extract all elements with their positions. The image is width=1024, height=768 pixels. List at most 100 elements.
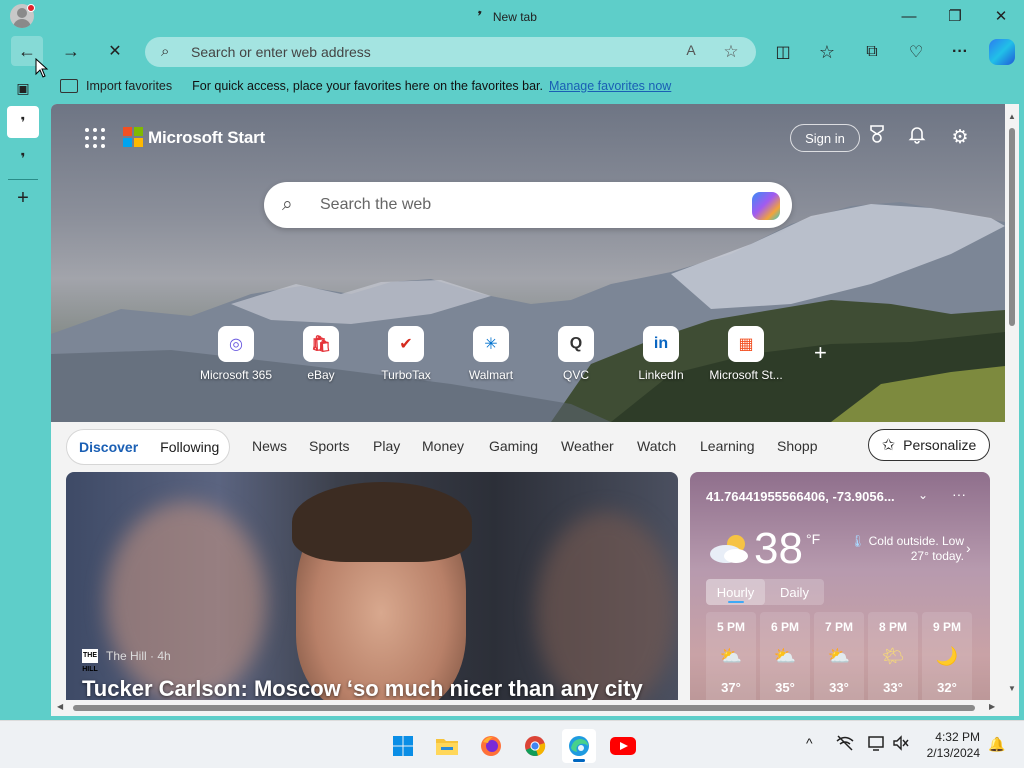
minimize-button[interactable]: — xyxy=(893,4,925,28)
tab-sports[interactable]: Sports xyxy=(309,438,349,454)
start-menu-icon[interactable] xyxy=(386,729,420,763)
new-tab-button[interactable]: + xyxy=(7,182,39,214)
active-tab[interactable]: ❜ New tab xyxy=(474,8,537,25)
scroll-left-arrow-icon[interactable]: ◀ xyxy=(57,702,63,711)
youtube-icon[interactable] xyxy=(606,729,640,763)
vertical-scrollbar[interactable]: ▲ ▼ xyxy=(1005,104,1019,700)
vertical-tabs-sidebar: ▣ ❜ ❜ + xyxy=(0,70,46,720)
tab-play[interactable]: Play xyxy=(373,438,400,454)
tab-daily[interactable]: Daily xyxy=(765,579,824,605)
address-bar[interactable]: ⌕ A ☆ xyxy=(145,37,756,67)
quick-link-label: Microsoft St... xyxy=(709,368,783,382)
vertical-scroll-thumb[interactable] xyxy=(1009,128,1015,326)
partly-cloudy-icon: ⛅ xyxy=(719,646,743,666)
web-search-box[interactable]: ⌕ xyxy=(264,182,792,228)
more-button[interactable]: ··· xyxy=(945,37,975,67)
clock-date: 2/13/2024 xyxy=(926,746,980,760)
file-explorer-icon[interactable] xyxy=(430,729,464,763)
weather-note-text: Cold outside. Low 27° today. xyxy=(868,534,964,563)
news-image-background-person xyxy=(106,502,266,702)
volume-muted-icon[interactable] xyxy=(892,735,910,754)
favorite-star-icon[interactable]: ☆ xyxy=(720,42,742,62)
sign-in-button[interactable]: Sign in xyxy=(790,124,860,152)
settings-gear-icon[interactable]: ⚙ xyxy=(947,124,973,150)
quick-link-linkedin[interactable]: in LinkedIn xyxy=(616,326,706,382)
add-quick-link-button[interactable]: + xyxy=(814,340,827,366)
quick-link-turbotax[interactable]: ✔ TurboTax xyxy=(361,326,451,382)
title-bar: ❜ New tab — ❐ ✕ xyxy=(0,0,1024,34)
news-headline[interactable]: Tucker Carlson: Moscow ‘so much nicer th… xyxy=(82,676,643,702)
restore-button[interactable]: ❐ xyxy=(939,4,971,28)
forward-button[interactable]: → xyxy=(55,36,87,66)
navigation-bar: ← → ✕ ⌕ A ☆ ◫ ☆ ⧉ ♡ ··· xyxy=(0,34,1024,70)
collections-button[interactable]: ⧉ xyxy=(857,37,887,67)
tab-watch[interactable]: Watch xyxy=(637,438,676,454)
copilot-icon[interactable] xyxy=(989,39,1015,65)
chrome-icon[interactable] xyxy=(518,729,552,763)
search-icon: ⌕ xyxy=(282,194,293,215)
news-card[interactable]: THE HILL The Hill · 4h Tucker Carlson: M… xyxy=(66,472,678,716)
chevron-right-icon[interactable]: › xyxy=(966,540,971,556)
read-aloud-icon[interactable]: A xyxy=(680,42,702,62)
moon-icon: 🌙 xyxy=(935,646,959,666)
sidebar-tab-2[interactable]: ❜ xyxy=(7,142,39,174)
quick-link-label: LinkedIn xyxy=(638,368,684,382)
horizontal-scroll-thumb[interactable] xyxy=(73,705,975,711)
horizontal-scrollbar[interactable]: ◀ ▶ xyxy=(51,700,1005,716)
weather-card[interactable]: 41.76441955566406, -73.9056... ⌄ ··· 38 … xyxy=(690,472,990,716)
weather-location[interactable]: 41.76441955566406, -73.9056... xyxy=(706,489,895,504)
tray-chevron-up-icon[interactable]: ^ xyxy=(806,735,813,751)
edge-icon[interactable] xyxy=(562,729,596,763)
notifications-bell-icon[interactable] xyxy=(907,124,933,150)
sidebar-divider xyxy=(8,179,38,180)
web-search-input[interactable] xyxy=(320,195,720,215)
quick-link-label: TurboTax xyxy=(381,368,431,382)
sidebar-tab-new-tab[interactable]: ❜ xyxy=(7,106,39,138)
manage-favorites-link[interactable]: Manage favorites now xyxy=(549,79,671,93)
mouse-cursor-icon xyxy=(35,58,49,78)
scroll-up-arrow-icon[interactable]: ▲ xyxy=(1008,112,1016,121)
stop-button[interactable]: ✕ xyxy=(99,36,131,66)
tab-news[interactable]: News xyxy=(252,438,287,454)
temperature-unit[interactable]: °F xyxy=(806,531,820,547)
scroll-down-arrow-icon[interactable]: ▼ xyxy=(1008,684,1016,693)
tab-discover[interactable]: Discover xyxy=(79,439,138,455)
split-screen-button[interactable]: ◫ xyxy=(768,37,798,67)
import-favorites-button[interactable]: Import favorites xyxy=(60,79,172,93)
quick-link-label: Microsoft 365 xyxy=(199,368,273,382)
tab-following[interactable]: Following xyxy=(160,439,219,455)
quick-link-microsoft-store[interactable]: ▦ Microsoft St... xyxy=(701,326,791,382)
tab-hourly[interactable]: Hourly xyxy=(706,579,765,605)
quick-link-walmart[interactable]: ✳ Walmart xyxy=(446,326,536,382)
tab-weather[interactable]: Weather xyxy=(561,438,614,454)
display-icon[interactable] xyxy=(868,735,886,754)
notification-center-icon[interactable]: 🔔 xyxy=(988,736,1005,753)
tab-gaming[interactable]: Gaming xyxy=(489,438,538,454)
personalize-button[interactable]: ✩ Personalize xyxy=(868,429,990,461)
chevron-down-icon[interactable]: ⌄ xyxy=(918,488,928,502)
tab-shopping[interactable]: Shopp xyxy=(777,438,817,454)
tab-money[interactable]: Money xyxy=(422,438,464,454)
address-input[interactable] xyxy=(191,42,661,62)
clock-time: 4:32 PM xyxy=(935,730,980,744)
system-clock[interactable]: 4:32 PM 2/13/2024 xyxy=(918,729,980,761)
quick-link-qvc[interactable]: Q QVC xyxy=(531,326,621,382)
tab-learning[interactable]: Learning xyxy=(700,438,755,454)
scroll-right-arrow-icon[interactable]: ▶ xyxy=(989,702,995,711)
network-disconnected-icon[interactable] xyxy=(836,735,854,754)
copilot-search-icon[interactable] xyxy=(752,192,780,220)
walmart-icon: ✳ xyxy=(473,326,509,362)
rewards-icon[interactable] xyxy=(867,124,893,150)
news-image-hair xyxy=(292,482,472,562)
brand-title[interactable]: Microsoft Start xyxy=(148,128,265,148)
weather-more-icon[interactable]: ··· xyxy=(952,486,966,502)
favorites-button[interactable]: ☆ xyxy=(812,37,842,67)
apps-launcher-icon[interactable] xyxy=(85,128,105,148)
performance-button[interactable]: ♡ xyxy=(901,37,931,67)
ebay-icon: 🛍 xyxy=(303,326,339,362)
close-button[interactable]: ✕ xyxy=(985,4,1017,28)
weather-tabs: Hourly Daily xyxy=(706,579,824,605)
quick-link-microsoft-365[interactable]: ◎ Microsoft 365 xyxy=(191,326,281,382)
firefox-icon[interactable] xyxy=(474,729,508,763)
quick-link-ebay[interactable]: 🛍 eBay xyxy=(276,326,366,382)
